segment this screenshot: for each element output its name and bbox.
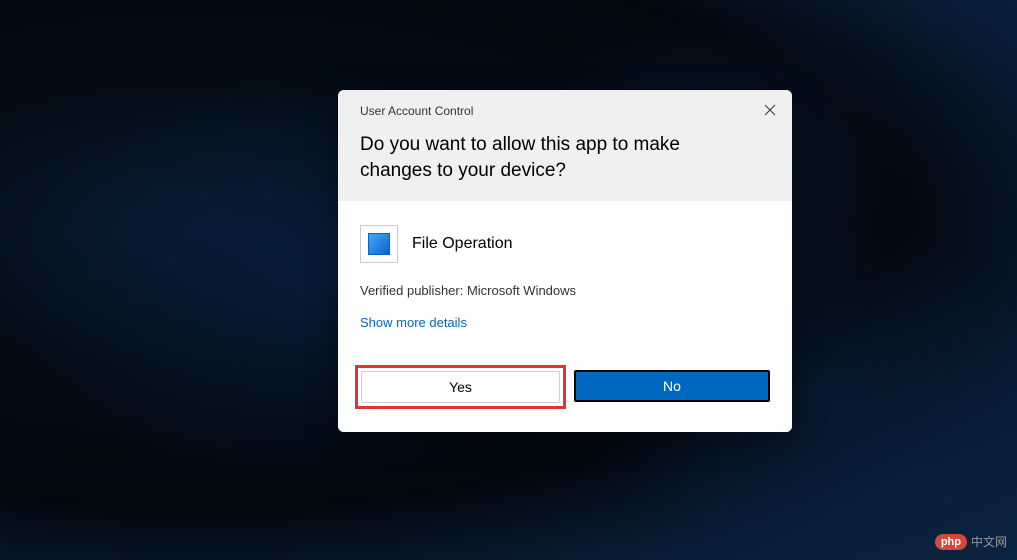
publisher-info: Verified publisher: Microsoft Windows: [360, 283, 770, 298]
close-icon: [764, 104, 776, 116]
dialog-body: File Operation Verified publisher: Micro…: [338, 201, 792, 352]
close-button[interactable]: [758, 98, 782, 122]
uac-dialog: User Account Control Do you want to allo…: [338, 90, 792, 432]
yes-button[interactable]: Yes: [361, 371, 560, 403]
app-icon-inner: [368, 233, 390, 255]
watermark-badge: php: [935, 534, 967, 550]
dialog-footer: Yes No: [338, 352, 792, 432]
app-info-row: File Operation: [360, 225, 770, 263]
show-more-details-link[interactable]: Show more details: [360, 315, 467, 330]
no-button[interactable]: No: [574, 370, 770, 402]
watermark-text: 中文网: [971, 533, 1007, 550]
dialog-title: User Account Control: [360, 104, 772, 118]
dialog-header: User Account Control Do you want to allo…: [338, 90, 792, 201]
yes-button-highlight: Yes: [355, 365, 566, 409]
app-icon: [360, 225, 398, 263]
watermark: php 中文网: [935, 533, 1007, 550]
dialog-question: Do you want to allow this app to make ch…: [360, 132, 772, 183]
app-name: File Operation: [412, 235, 513, 253]
